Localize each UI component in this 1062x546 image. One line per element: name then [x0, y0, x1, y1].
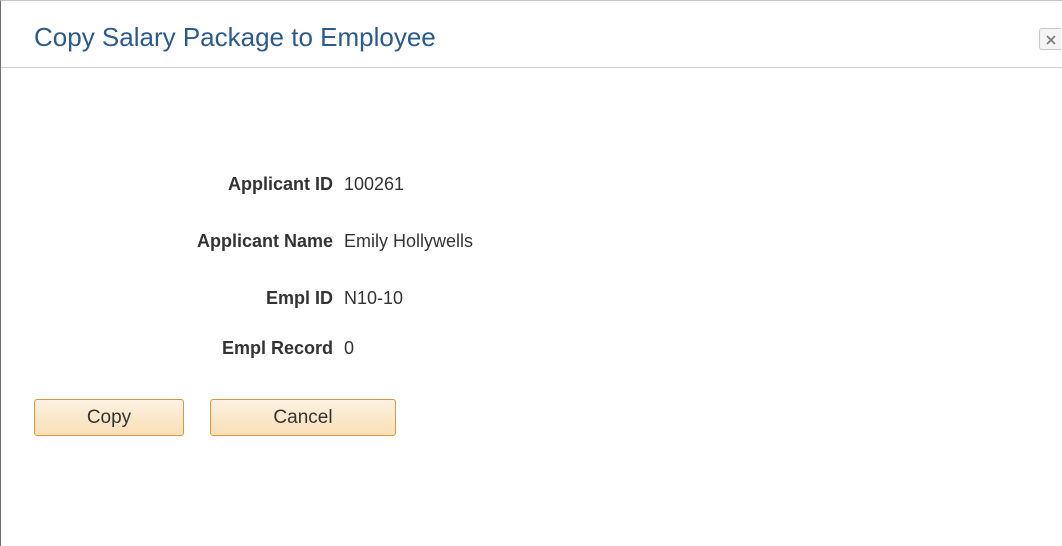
- dialog-title: Copy Salary Package to Employee: [34, 22, 436, 52]
- applicant-id-label: Applicant ID: [227, 174, 333, 194]
- dialog-header: Copy Salary Package to Employee: [1, 1, 1062, 68]
- empl-id-value: N10-10: [344, 288, 404, 308]
- applicant-id-value: 100261: [344, 174, 405, 194]
- close-icon: [1046, 35, 1056, 45]
- close-button[interactable]: [1039, 28, 1061, 50]
- empl-record-label: Empl Record: [221, 338, 333, 358]
- applicant-name-value: Emily Hollywells: [344, 231, 474, 251]
- copy-button[interactable]: Copy: [34, 399, 184, 436]
- applicant-name-label: Applicant Name: [196, 231, 333, 251]
- cancel-button[interactable]: Cancel: [210, 399, 396, 436]
- empl-id-label: Empl ID: [265, 288, 333, 308]
- copy-salary-package-dialog: Copy Salary Package to Employee Applican…: [0, 0, 1062, 546]
- empl-record-value: 0: [344, 338, 355, 358]
